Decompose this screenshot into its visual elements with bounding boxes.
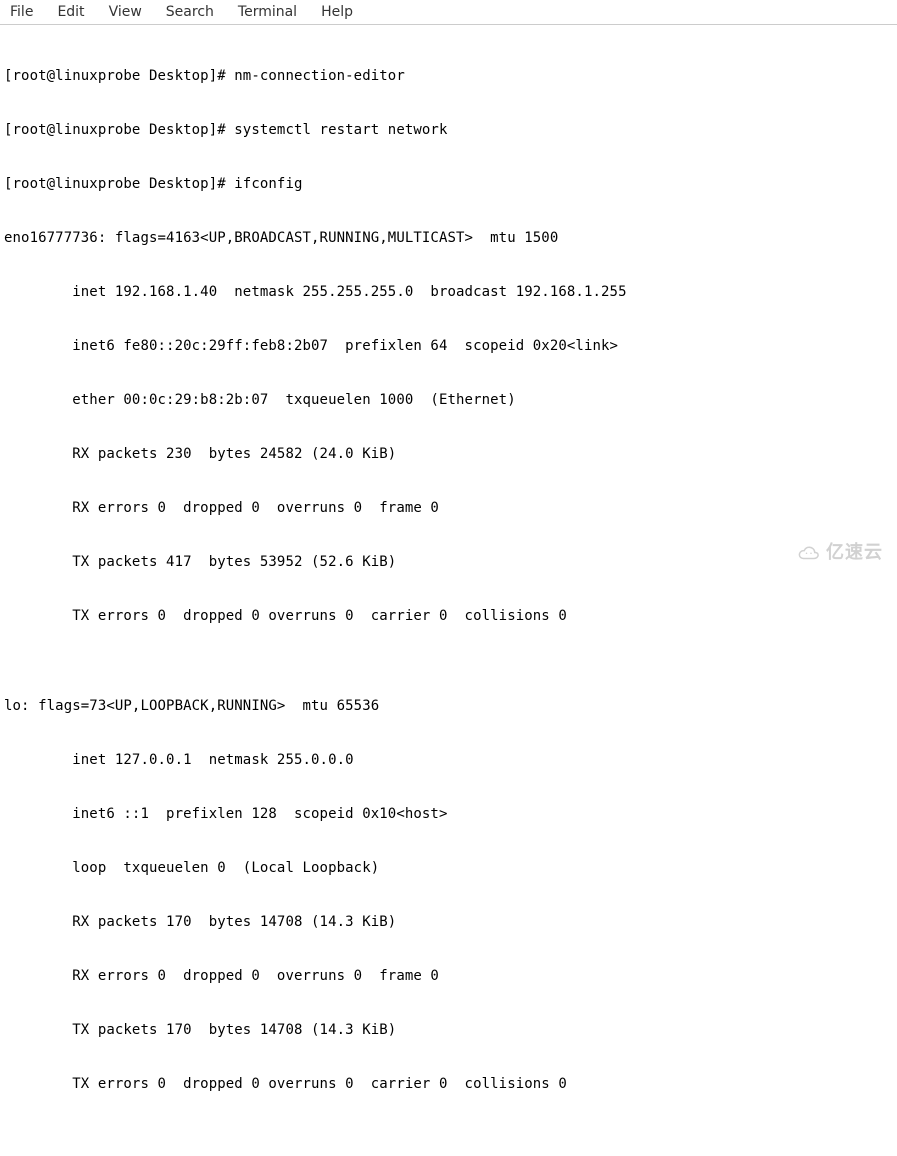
terminal-line: lo: flags=73<UP,LOOPBACK,RUNNING> mtu 65… [4, 697, 893, 715]
menubar: File Edit View Search Terminal Help [0, 0, 897, 25]
terminal-line: inet6 fe80::20c:29ff:feb8:2b07 prefixlen… [4, 337, 893, 355]
terminal-line: RX packets 170 bytes 14708 (14.3 KiB) [4, 913, 893, 931]
menu-help[interactable]: Help [321, 4, 353, 20]
terminal-line: [root@linuxprobe Desktop]# ifconfig [4, 175, 893, 193]
terminal-line: eno16777736: flags=4163<UP,BROADCAST,RUN… [4, 229, 893, 247]
terminal-line: RX errors 0 dropped 0 overruns 0 frame 0 [4, 967, 893, 985]
terminal-line: inet6 ::1 prefixlen 128 scopeid 0x10<hos… [4, 805, 893, 823]
menu-terminal[interactable]: Terminal [238, 4, 297, 20]
terminal-line: inet 127.0.0.1 netmask 255.0.0.0 [4, 751, 893, 769]
terminal-line: [root@linuxprobe Desktop]# nm-connection… [4, 67, 893, 85]
terminal-line: TX packets 170 bytes 14708 (14.3 KiB) [4, 1021, 893, 1039]
terminal-line: ether 00:0c:29:b8:2b:07 txqueuelen 1000 … [4, 391, 893, 409]
terminal-line: loop txqueuelen 0 (Local Loopback) [4, 859, 893, 877]
terminal-line: RX packets 230 bytes 24582 (24.0 KiB) [4, 445, 893, 463]
menu-file[interactable]: File [10, 4, 33, 20]
terminal-line: RX errors 0 dropped 0 overruns 0 frame 0 [4, 499, 893, 517]
terminal-output[interactable]: [root@linuxprobe Desktop]# nm-connection… [0, 25, 897, 1156]
menu-edit[interactable]: Edit [57, 4, 84, 20]
terminal-line: TX packets 417 bytes 53952 (52.6 KiB) [4, 553, 893, 571]
menu-search[interactable]: Search [166, 4, 214, 20]
menu-view[interactable]: View [109, 4, 142, 20]
terminal-line: TX errors 0 dropped 0 overruns 0 carrier… [4, 607, 893, 625]
terminal-line: TX errors 0 dropped 0 overruns 0 carrier… [4, 1075, 893, 1093]
terminal-line: [root@linuxprobe Desktop]# systemctl res… [4, 121, 893, 139]
terminal-line: inet 192.168.1.40 netmask 255.255.255.0 … [4, 283, 893, 301]
